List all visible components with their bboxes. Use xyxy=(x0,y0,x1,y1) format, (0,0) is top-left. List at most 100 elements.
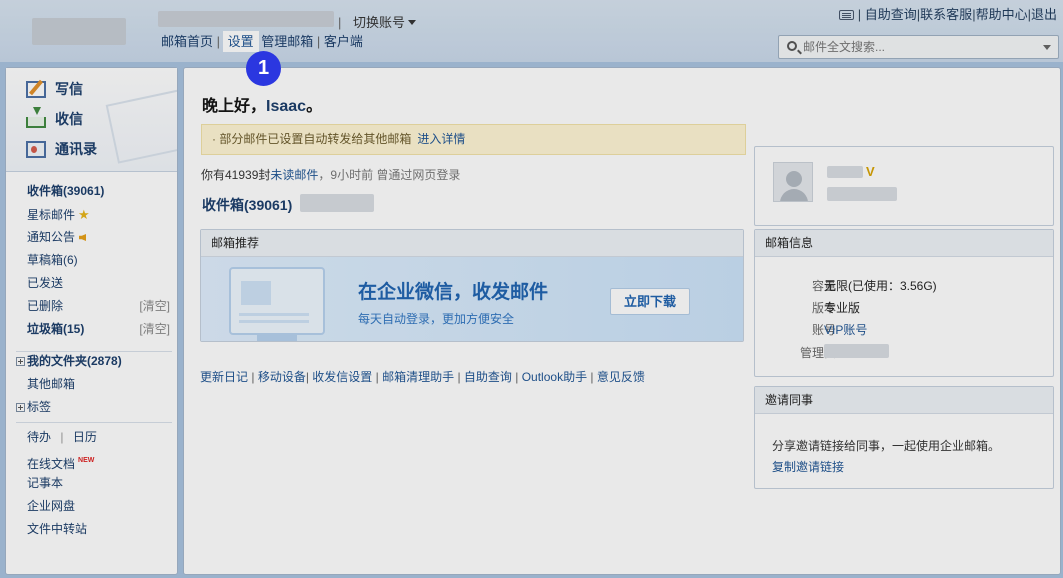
sidebar: 写信 收信 通讯录 收件箱(39061) 星标邮件 ★ 通知公告 草稿箱(6) 已… xyxy=(5,67,178,575)
redacted-block xyxy=(300,194,374,212)
changelog-link[interactable]: 更新日记 xyxy=(200,370,248,384)
help-center-link[interactable]: 帮助中心 xyxy=(976,7,1028,22)
new-badge: NEW xyxy=(78,457,95,464)
bottom-links: 更新日记 | 移动设备| 收发信设置 | 邮箱清理助手 | 自助查询 | Out… xyxy=(200,368,645,385)
profile-card: V xyxy=(754,146,1054,226)
avatar[interactable] xyxy=(773,162,813,202)
version-value: 专业版 xyxy=(824,301,861,315)
redacted-admin xyxy=(824,344,889,358)
unread-mail-link[interactable]: 未读邮件 xyxy=(270,168,318,182)
inbox-title-link[interactable]: 收件箱(39061) xyxy=(202,195,292,215)
greeting: 晚上好，Isaac。 xyxy=(202,92,322,116)
mobile-devices-link[interactable]: 移动设备 xyxy=(258,370,306,384)
folder-label: 草稿箱(6) xyxy=(27,253,78,267)
todo-link[interactable]: 待办 xyxy=(27,430,51,444)
forward-notice: · 部分邮件已设置自动转发给其他邮箱 进入详情 xyxy=(201,124,746,155)
notice-text: · 部分邮件已设置自动转发给其他邮箱 xyxy=(212,132,412,146)
folder-inbox[interactable]: 收件箱(39061) xyxy=(6,180,177,203)
caret-down-icon xyxy=(408,20,417,25)
notes-label: 记事本 xyxy=(27,476,64,490)
nav-client[interactable]: 客户端 xyxy=(324,34,363,49)
folder-sent[interactable]: 已发送 xyxy=(6,272,177,295)
other-mail[interactable]: 其他邮箱 xyxy=(6,373,177,396)
contact-support-link[interactable]: 联系客服 xyxy=(920,7,972,22)
receive-button[interactable]: 收信 xyxy=(26,106,83,129)
mailbox-info-panel: 邮箱信息 容量 无限(已使用：3.56G) 版本 专业版 账号 VIP账号 管理… xyxy=(754,229,1054,377)
my-folders[interactable]: 我的文件夹(2878) xyxy=(6,350,177,373)
separator: | xyxy=(248,370,258,384)
compose-icon xyxy=(26,80,46,98)
folder-label: 已删除 xyxy=(27,299,64,313)
switch-account-menu[interactable]: | 切换账号 xyxy=(338,12,417,31)
recommend-panel: 邮箱推荐 在企业微信，收发邮件 每天自动登录，更加方便安全 立即下载 xyxy=(200,229,744,342)
folder-drafts[interactable]: 草稿箱(6) xyxy=(6,249,177,272)
chevron-down-icon[interactable] xyxy=(1043,45,1051,50)
banner-subtitle: 每天自动登录，更加方便安全 xyxy=(358,312,515,326)
greeting-text: 晚上好， xyxy=(202,98,267,115)
top-nav: 邮箱首页 | 设置 管理邮箱 | 客户端 xyxy=(161,31,363,51)
tags-label: 标签 xyxy=(27,400,52,414)
feedback-link[interactable]: 意见反馈 xyxy=(597,370,645,384)
separator: | xyxy=(316,34,324,49)
logout-link[interactable]: 退出 xyxy=(1031,7,1057,22)
folder-label: 已发送 xyxy=(27,276,64,290)
invite-panel: 邀请同事 分享邀请链接给同事，一起使用企业邮箱。 复制邀请链接 xyxy=(754,386,1054,489)
nav-manage-mailbox[interactable]: 管理邮箱 xyxy=(261,34,313,49)
wecom-banner[interactable]: 在企业微信，收发邮件 每天自动登录，更加方便安全 立即下载 xyxy=(201,257,743,341)
cleanup-assistant-link[interactable]: 邮箱清理助手 xyxy=(382,370,454,384)
nav-home[interactable]: 邮箱首页 xyxy=(161,34,213,49)
greeting-end: 。 xyxy=(306,98,323,115)
todo-calendar-row: 待办 | 日历 xyxy=(6,426,177,449)
tools-list: 待办 | 日历 在线文档 NEW 记事本 企业网盘 文件中转站 xyxy=(6,426,177,541)
self-service-link[interactable]: 自助查询 xyxy=(865,7,917,22)
receive-label: 收信 xyxy=(55,111,83,127)
write-label: 写信 xyxy=(55,81,83,97)
clear-spam-link[interactable]: [清空] xyxy=(139,318,170,341)
online-docs[interactable]: 在线文档 NEW xyxy=(6,449,177,472)
search-input[interactable] xyxy=(803,39,1023,55)
envelope-decoration-icon xyxy=(105,88,177,164)
folder-list: 收件箱(39061) 星标邮件 ★ 通知公告 草稿箱(6) 已发送 已删除 [清空]… xyxy=(6,180,177,341)
outlook-assistant-link[interactable]: Outlook助手 xyxy=(522,370,587,384)
mailbox-info-title: 邮箱信息 xyxy=(755,230,1053,257)
notice-details-link[interactable]: 进入详情 xyxy=(417,132,465,146)
folder-list-secondary: 我的文件夹(2878) 其他邮箱 标签 xyxy=(6,350,177,419)
clear-deleted-link[interactable]: [清空] xyxy=(139,295,170,318)
banner-headline: 在企业微信，收发邮件 xyxy=(358,282,549,303)
monitor-stand xyxy=(257,335,297,341)
capacity-value: 无限(已使用：3.56G) xyxy=(824,279,937,293)
step-badge: 1 xyxy=(246,51,281,86)
keyboard-icon[interactable] xyxy=(838,10,854,20)
calendar-link[interactable]: 日历 xyxy=(73,430,97,444)
download-button[interactable]: 立即下载 xyxy=(610,288,690,315)
self-query-link[interactable]: 自助查询 xyxy=(464,370,512,384)
netdisk[interactable]: 企业网盘 xyxy=(6,495,177,518)
file-transfer[interactable]: 文件中转站 xyxy=(6,518,177,541)
monitor-illustration-icon xyxy=(229,267,325,335)
expand-icon[interactable] xyxy=(16,357,25,366)
tags[interactable]: 标签 xyxy=(6,396,177,419)
notes[interactable]: 记事本 xyxy=(6,472,177,495)
write-button[interactable]: 写信 xyxy=(26,79,83,99)
my-folders-label: 我的文件夹(2878) xyxy=(27,354,122,368)
folder-spam[interactable]: 垃圾箱(15) [清空] xyxy=(6,318,177,341)
send-receive-settings-link[interactable]: 收发信设置 xyxy=(312,370,372,384)
folder-starred[interactable]: 星标邮件 ★ xyxy=(6,203,177,226)
recommend-title: 邮箱推荐 xyxy=(201,230,743,257)
switch-account-label: 切换账号 xyxy=(353,15,406,30)
separator: | xyxy=(338,15,342,30)
invite-title: 邀请同事 xyxy=(755,387,1053,414)
other-mail-label: 其他邮箱 xyxy=(27,377,76,391)
expand-icon[interactable] xyxy=(16,403,25,412)
vip-account-link[interactable]: VIP账号 xyxy=(824,321,867,338)
user-name: Isaac xyxy=(266,98,307,115)
folder-deleted[interactable]: 已删除 [清空] xyxy=(6,295,177,318)
folder-notice[interactable]: 通知公告 xyxy=(6,226,177,249)
netdisk-label: 企业网盘 xyxy=(27,499,76,513)
mail-search[interactable] xyxy=(778,35,1059,59)
redacted-name xyxy=(827,166,863,178)
last-login-text: ，9小时前 曾通过网页登录 xyxy=(318,168,461,182)
copy-invite-link[interactable]: 复制邀请链接 xyxy=(772,458,844,475)
nav-settings[interactable]: 设置 xyxy=(223,32,258,51)
contacts-button[interactable]: 通讯录 xyxy=(26,139,97,159)
